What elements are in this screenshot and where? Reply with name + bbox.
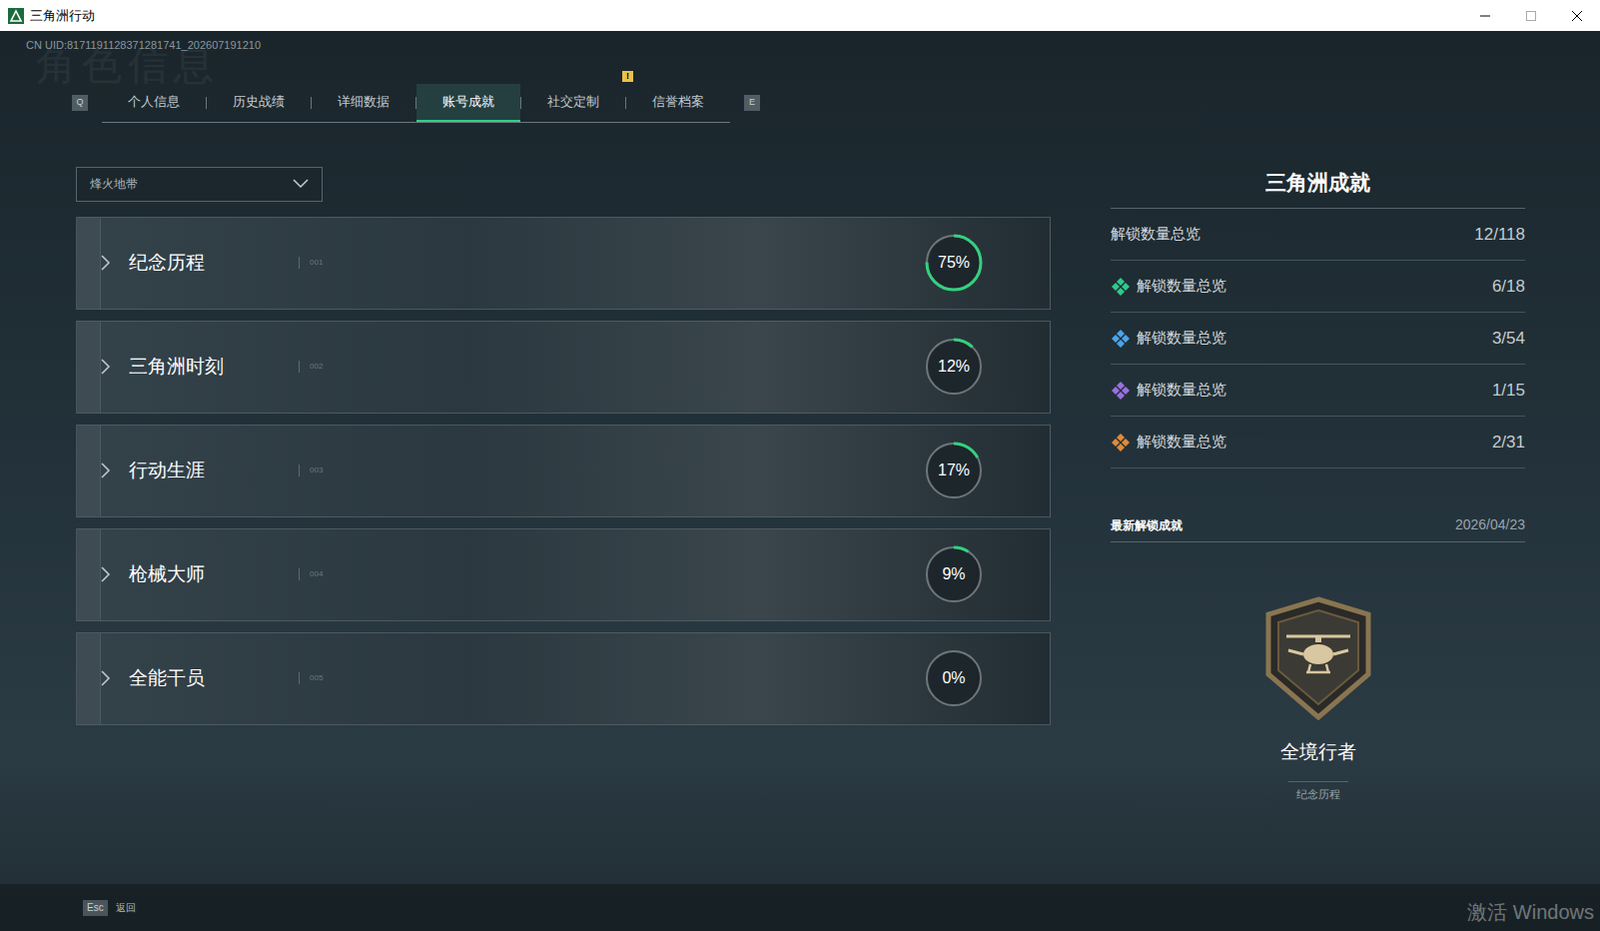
progress-ring: 12% <box>923 336 984 397</box>
tab-divider <box>625 96 627 109</box>
tier-label: 解锁数量总览 <box>1136 430 1227 454</box>
category-index: 004 <box>309 568 323 581</box>
tab[interactable]: 信誉档案 <box>626 83 731 122</box>
progress-ring: 17% <box>923 440 984 501</box>
tier-count: 1/15 <box>1492 377 1526 404</box>
tab[interactable]: 账号成就 <box>416 83 521 122</box>
tier-label: 解锁数量总览 <box>1136 326 1227 350</box>
tier-diamond-icon <box>1110 432 1131 453</box>
tier-count: 3/54 <box>1492 325 1526 352</box>
esc-key[interactable]: Esc <box>82 899 108 916</box>
game-screen: 角色信息 CN UID:8171191128371281741_20260719… <box>0 30 1600 931</box>
summary-total-row: 解锁数量总览 12/118 <box>1110 208 1526 261</box>
chevron-right-icon <box>100 462 111 479</box>
category-percent: 12% <box>923 336 984 397</box>
mode-dropdown[interactable]: 烽火地带 <box>75 166 323 202</box>
category-name: 纪念历程 <box>128 248 299 278</box>
close-icon[interactable] <box>1554 0 1600 31</box>
latest-category: 纪念历程 <box>1288 781 1349 803</box>
tier-diamond-icon <box>1110 276 1131 297</box>
tier-row: 解锁数量总览 6/18 <box>1110 260 1526 313</box>
latest-date: 2026/04/23 <box>1455 514 1526 536</box>
next-tab-key[interactable]: E <box>744 94 761 111</box>
mode-value: 烽火地带 <box>89 174 138 193</box>
alert-badge: ! <box>622 70 634 82</box>
tab[interactable]: 社交定制! <box>521 83 626 122</box>
tab-divider <box>520 96 522 109</box>
category-index: 002 <box>309 360 323 373</box>
total-count: 12/118 <box>1474 221 1526 248</box>
category-row[interactable]: 三角洲时刻 002 12% <box>75 320 1051 414</box>
category-percent: 75% <box>923 232 984 293</box>
latest-name: 全境行者 <box>1280 738 1357 768</box>
tier-count: 6/18 <box>1492 273 1526 300</box>
category-name: 全能干员 <box>128 664 299 694</box>
uid-text: CN UID:8171191128371281741_202607191210 <box>0 30 1600 54</box>
tier-count: 2/31 <box>1492 429 1526 456</box>
category-percent: 17% <box>923 440 984 501</box>
tab[interactable]: 历史战绩 <box>206 83 311 122</box>
tier-diamond-icon <box>1110 380 1131 401</box>
tier-row: 解锁数量总览 3/54 <box>1110 312 1526 365</box>
chevron-right-icon <box>100 254 111 271</box>
tab-label: 个人信息 <box>127 91 180 112</box>
os-activation-watermark: 激活 Windows <box>1467 896 1595 927</box>
progress-ring: 9% <box>923 544 984 605</box>
tab-label: 详细数据 <box>337 91 390 112</box>
tier-label: 解锁数量总览 <box>1136 274 1227 298</box>
tab-divider <box>310 96 312 109</box>
category-name: 行动生涯 <box>128 456 299 486</box>
helicopter-badge-icon <box>1262 596 1375 721</box>
latest-label: 最新解锁成就 <box>1110 516 1183 535</box>
latest-achievement[interactable]: 全境行者 纪念历程 <box>1110 596 1526 802</box>
chevron-right-icon <box>100 670 111 687</box>
tab-bar: 个人信息 历史战绩 详细数据 账号成就 社交定制! 信誉档案 <box>101 83 731 123</box>
maximize-icon[interactable] <box>1508 0 1555 31</box>
total-label: 解锁数量总览 <box>1110 222 1201 246</box>
tier-label: 解锁数量总览 <box>1136 378 1227 402</box>
summary-title: 三角洲成就 <box>1110 166 1526 210</box>
tab-label: 信誉档案 <box>652 91 705 112</box>
footer-bar: Esc 返回 激活 Windows <box>0 883 1600 931</box>
category-percent: 0% <box>923 648 984 709</box>
category-name: 枪械大师 <box>128 560 299 590</box>
progress-ring: 75% <box>923 232 984 293</box>
back-label[interactable]: 返回 <box>115 899 136 915</box>
tab[interactable]: 个人信息 <box>101 83 206 122</box>
category-index: 001 <box>309 256 323 269</box>
chevron-right-icon <box>100 358 111 375</box>
category-index: 003 <box>309 464 323 477</box>
title-bar: 三角洲行动 <box>0 0 1600 31</box>
tier-row: 解锁数量总览 2/31 <box>1110 416 1526 469</box>
chevron-down-icon <box>292 178 309 189</box>
progress-ring: 0% <box>923 648 984 709</box>
category-name: 三角洲时刻 <box>128 352 299 382</box>
tier-row: 解锁数量总览 1/15 <box>1110 364 1526 417</box>
window-title: 三角洲行动 <box>29 5 95 26</box>
tab-label: 历史战绩 <box>232 91 285 112</box>
tab-divider <box>205 96 207 109</box>
minimize-icon[interactable] <box>1462 0 1509 31</box>
app-logo-icon <box>7 7 24 24</box>
category-percent: 9% <box>923 544 984 605</box>
category-row[interactable]: 纪念历程 001 75% <box>75 216 1051 310</box>
category-row[interactable]: 枪械大师 004 9% <box>75 528 1051 622</box>
category-row[interactable]: 全能干员 005 0% <box>75 632 1051 726</box>
prev-tab-key[interactable]: Q <box>71 94 88 111</box>
tab-label: 账号成就 <box>442 91 495 112</box>
category-row[interactable]: 行动生涯 003 17% <box>75 424 1051 518</box>
category-index: 005 <box>309 672 323 685</box>
chevron-right-icon <box>100 566 111 583</box>
tab[interactable]: 详细数据 <box>311 83 416 122</box>
tab-label: 社交定制 <box>547 91 600 112</box>
tier-diamond-icon <box>1110 328 1131 349</box>
